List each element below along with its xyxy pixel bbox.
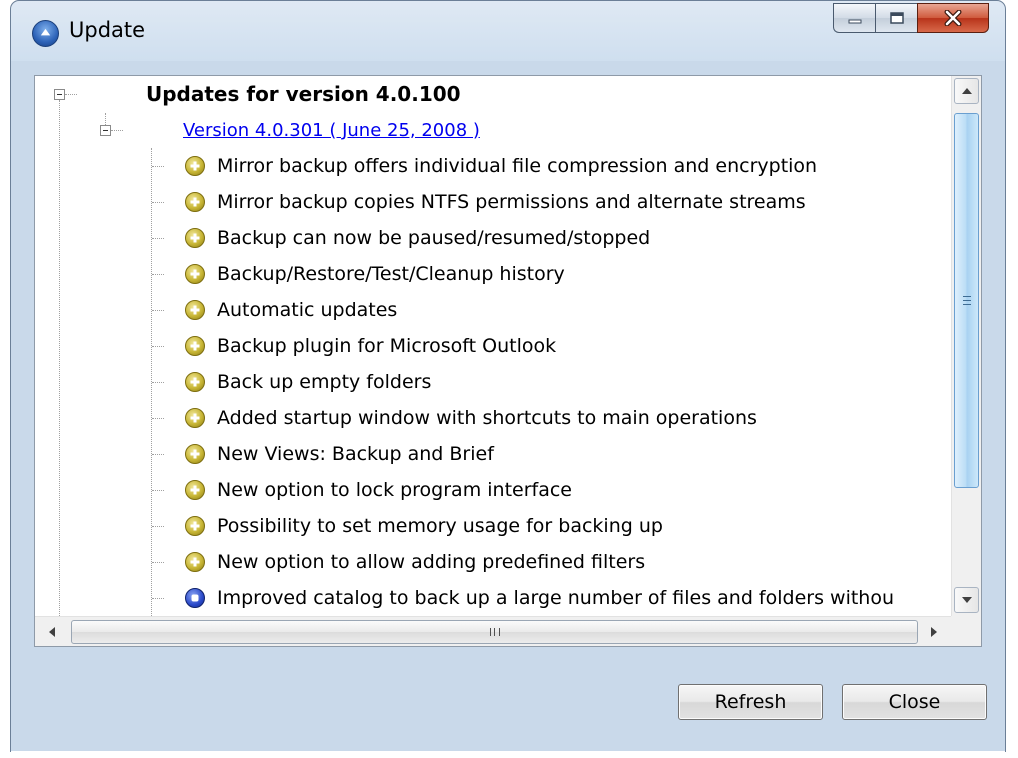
new-feature-icon (185, 480, 205, 500)
list-item[interactable]: Improved catalog to back up a large numb… (185, 580, 894, 616)
tree-connector (152, 166, 164, 167)
title-bar[interactable]: Update (11, 1, 1005, 63)
tree-connector (111, 130, 123, 131)
updates-tree: Updates for version 4.0.100 Version 4.0.… (34, 75, 982, 647)
tree-root-node[interactable]: Updates for version 4.0.100 (146, 76, 461, 112)
grip-icon (489, 628, 500, 636)
list-item[interactable]: New option to lock program interface (185, 472, 572, 508)
grip-icon (962, 296, 971, 305)
new-feature-icon (185, 192, 205, 212)
maximize-button[interactable] (875, 3, 917, 33)
tree-connector (152, 562, 164, 563)
client-area: Updates for version 4.0.100 Version 4.0.… (20, 63, 996, 747)
tree-connector (152, 346, 164, 347)
list-item[interactable]: Backup can now be paused/resumed/stopped (185, 220, 650, 256)
vertical-scrollbar[interactable] (951, 76, 981, 616)
item-label: Added startup window with shortcuts to m… (217, 407, 757, 429)
window-title: Update (69, 18, 146, 42)
tree-connector (152, 382, 164, 383)
item-label: Improved catalog to back up a large numb… (217, 587, 895, 609)
scroll-up-button[interactable] (954, 78, 979, 104)
close-window-button[interactable] (917, 3, 989, 33)
close-icon (944, 10, 962, 26)
new-feature-icon (185, 552, 205, 572)
new-feature-icon (185, 156, 205, 176)
new-feature-icon (185, 264, 205, 284)
tree-connector (152, 598, 164, 599)
scrollbar-corner (951, 616, 981, 646)
vertical-scroll-thumb[interactable] (954, 113, 979, 488)
list-item[interactable]: Backup plugin for Microsoft Outlook (185, 328, 556, 364)
list-item[interactable]: Backup/Restore/Test/Cleanup history (185, 256, 565, 292)
minimize-icon (848, 19, 861, 24)
tree-connector (152, 490, 164, 491)
version-link[interactable]: Version 4.0.301 ( June 25, 2008 ) (183, 120, 480, 141)
tree-connector (152, 202, 164, 203)
minimize-button[interactable] (833, 3, 875, 33)
tree-connector (152, 274, 164, 275)
new-feature-icon (185, 372, 205, 392)
item-label: Back up empty folders (217, 371, 432, 393)
new-feature-icon (185, 336, 205, 356)
list-item[interactable]: Mirror backup copies NTFS permissions an… (185, 184, 806, 220)
version-node[interactable]: Version 4.0.301 ( June 25, 2008 ) (183, 112, 480, 148)
root-label: Updates for version 4.0.100 (146, 82, 461, 106)
tree-view[interactable]: Updates for version 4.0.100 Version 4.0.… (35, 76, 951, 616)
app-update-icon (32, 20, 59, 47)
tree-connector (152, 454, 164, 455)
tree-connector (152, 526, 164, 527)
collapse-icon[interactable] (100, 125, 111, 136)
new-feature-icon (185, 408, 205, 428)
list-item[interactable]: Automatic updates (185, 292, 397, 328)
list-item[interactable]: Possibility to set memory usage for back… (185, 508, 663, 544)
new-feature-icon (185, 444, 205, 464)
maximize-icon (889, 12, 904, 24)
list-item[interactable]: Back up empty folders (185, 364, 431, 400)
tree-connector (152, 418, 164, 419)
item-label: New Views: Backup and Brief (217, 443, 494, 465)
list-item[interactable]: Mirror backup offers individual file com… (185, 148, 817, 184)
caption-buttons (833, 3, 989, 33)
refresh-button[interactable]: Refresh (678, 684, 823, 720)
tree-connector (152, 238, 164, 239)
arrow-up-icon (961, 88, 972, 94)
item-label: Backup plugin for Microsoft Outlook (217, 335, 557, 357)
arrow-right-icon (931, 626, 937, 637)
collapse-icon[interactable] (54, 89, 65, 100)
update-window: Update Updates for version 4.0.100 Versi… (10, 0, 1006, 757)
item-label: New option to allow adding predefined fi… (217, 551, 646, 573)
item-label: New option to lock program interface (217, 479, 572, 501)
tree-connector (59, 100, 60, 616)
horizontal-scrollbar[interactable] (35, 616, 951, 646)
improvement-icon (185, 588, 205, 608)
scroll-right-button[interactable] (921, 619, 947, 644)
list-item[interactable]: New Views: Backup and Brief (185, 436, 494, 472)
tree-connector (105, 113, 106, 125)
scroll-left-button[interactable] (39, 619, 65, 644)
item-label: Automatic updates (217, 299, 398, 321)
new-feature-icon (185, 300, 205, 320)
item-label: Backup/Restore/Test/Cleanup history (217, 263, 565, 285)
item-label: Possibility to set memory usage for back… (217, 515, 663, 537)
item-label: Backup can now be paused/resumed/stopped (217, 227, 651, 249)
item-label: Mirror backup offers individual file com… (217, 155, 818, 177)
horizontal-scroll-thumb[interactable] (71, 620, 918, 644)
arrow-left-icon (49, 626, 55, 637)
list-item[interactable]: Added startup window with shortcuts to m… (185, 400, 757, 436)
new-feature-icon (185, 228, 205, 248)
arrow-down-icon (961, 597, 972, 603)
item-label: Mirror backup copies NTFS permissions an… (217, 191, 806, 213)
tree-connector (65, 94, 77, 95)
tree-connector (152, 310, 164, 311)
new-feature-icon (185, 516, 205, 536)
close-button[interactable]: Close (842, 684, 987, 720)
list-item[interactable]: New option to allow adding predefined fi… (185, 544, 645, 580)
scroll-down-button[interactable] (954, 587, 979, 613)
